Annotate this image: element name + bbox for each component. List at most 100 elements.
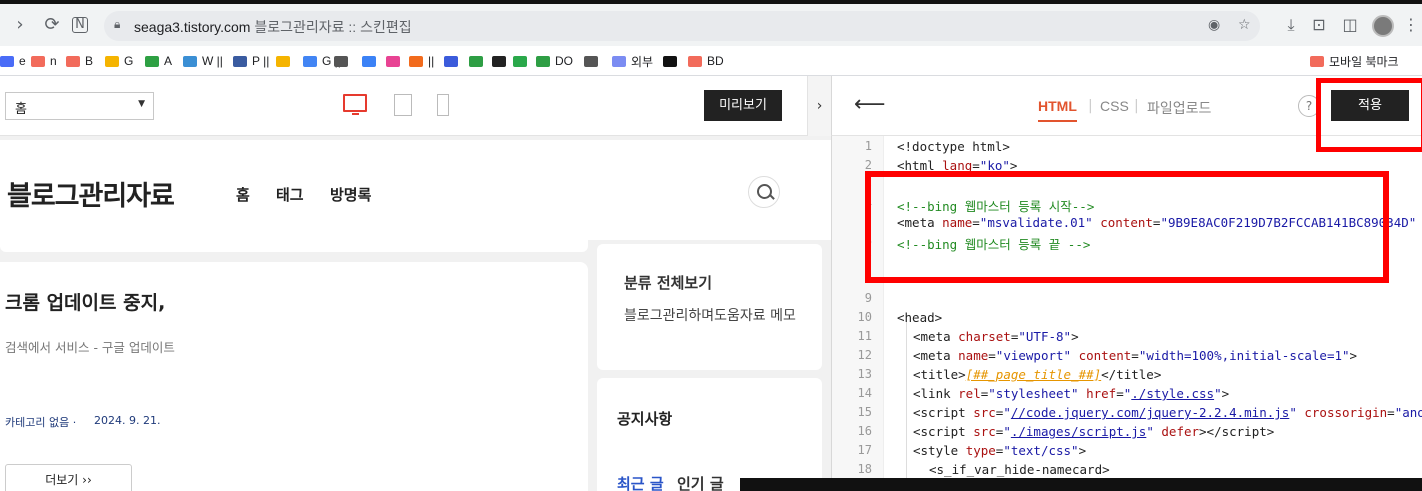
bookmark-favicon-icon xyxy=(105,55,119,67)
download-icon[interactable]: ⤓ xyxy=(1280,15,1302,35)
nav-tag[interactable]: 태그 xyxy=(276,184,304,205)
tablet-view-icon[interactable] xyxy=(394,94,412,116)
category-link[interactable]: 블로그관리하며도움자료 메모 xyxy=(624,306,804,326)
bookmark-item[interactable] xyxy=(362,53,381,69)
post-category[interactable]: 카테고리 없음 · xyxy=(5,414,76,430)
reload-icon[interactable]: ⟳ xyxy=(40,13,64,37)
code-line[interactable]: <meta name="viewport" content="width=100… xyxy=(913,348,1357,363)
site-info-icon[interactable]: 🔒︎ xyxy=(114,17,120,32)
post-title[interactable]: 크롬 업데이트 중지, xyxy=(5,288,165,315)
address-bar[interactable]: 🔒︎ seaga3.tistory.com 블로그관리자료 :: 스킨편집 ◉ … xyxy=(104,11,1260,41)
preview-button[interactable]: 미리보기 xyxy=(704,90,782,121)
blog-title[interactable]: 블로그관리자료 xyxy=(7,174,175,213)
tab-recent-posts[interactable]: 최근 글 xyxy=(617,473,664,491)
line-number: 13 xyxy=(857,367,872,381)
tab-css[interactable]: CSS xyxy=(1100,98,1129,114)
bookmark-item[interactable]: B xyxy=(66,53,93,69)
mobile-bookmarks-label: 모바일 북마크 xyxy=(1329,54,1399,69)
line-number: 2 xyxy=(864,158,872,172)
bookmark-item[interactable]: BD xyxy=(688,53,724,69)
side-panel-icon[interactable]: ◫ xyxy=(1339,15,1361,34)
profile-avatar[interactable] xyxy=(1372,15,1394,37)
bookmark-item[interactable] xyxy=(584,53,603,69)
bookmark-item[interactable]: A xyxy=(145,53,172,69)
back-arrow-icon[interactable]: ⟵ xyxy=(854,92,886,117)
nav-guestbook[interactable]: 방명록 xyxy=(330,184,371,205)
bookmark-item[interactable]: DO xyxy=(536,53,573,69)
forward-icon[interactable]: › xyxy=(8,13,32,37)
bookmarks-bar: 모바일 북마크 enBGAW || P || G || || DO 외부 BD xyxy=(0,46,1422,76)
bookmark-star-icon[interactable]: ☆ xyxy=(1238,17,1251,33)
bookmark-favicon-icon xyxy=(233,55,247,67)
line-number: 11 xyxy=(857,329,872,343)
line-number: 16 xyxy=(857,424,872,438)
line-number: 17 xyxy=(857,443,872,457)
url-text: seaga3.tistory.com 블로그관리자료 :: 스킨편집 xyxy=(134,19,412,35)
bookmark-label: n xyxy=(50,54,57,68)
screen: › ⟳ N 🔒︎ seaga3.tistory.com 블로그관리자료 :: 스… xyxy=(0,0,1422,491)
skin-editor-toolbar: 홈 ▼ 미리보기 xyxy=(0,76,807,136)
desktop-view-icon[interactable] xyxy=(343,94,367,115)
bookmark-item[interactable] xyxy=(469,53,488,69)
bookmark-favicon-icon xyxy=(612,55,626,67)
bookmark-label: 외부 xyxy=(631,54,654,69)
tab-file-upload[interactable]: 파일업로드 xyxy=(1147,98,1211,118)
bookmark-item[interactable] xyxy=(386,53,405,69)
code-line[interactable]: <meta charset="UTF-8"> xyxy=(913,329,1079,344)
code-line[interactable]: <s_if_var_hide-namecard> xyxy=(929,462,1110,477)
more-button[interactable]: 더보기 ›› xyxy=(5,464,132,491)
notice-widget: 공지사항 최근 글 인기 글 xyxy=(597,378,822,491)
bookmark-item[interactable]: G xyxy=(105,53,133,69)
bookmark-favicon-icon xyxy=(362,55,376,67)
indent-guide xyxy=(906,315,907,491)
post-date: 2024. 9. 21. xyxy=(94,414,161,427)
code-line[interactable]: <title>[##_page_title_##]</title> xyxy=(913,367,1161,382)
bookmark-favicon-icon xyxy=(536,55,550,67)
eye-off-icon[interactable]: ◉ xyxy=(1208,17,1220,33)
search-icon[interactable] xyxy=(748,176,780,208)
bookmark-item[interactable] xyxy=(663,53,682,69)
bookmark-favicon-icon xyxy=(409,55,423,67)
code-line[interactable]: <script src="//code.jquery.com/jquery-2.… xyxy=(913,405,1422,420)
taskbar-strip xyxy=(740,478,1422,491)
line-number: 18 xyxy=(857,462,872,476)
bookmark-favicon-icon xyxy=(334,55,348,67)
bookmark-item[interactable]: || xyxy=(409,53,434,69)
bookmark-item[interactable] xyxy=(444,53,463,69)
code-line[interactable]: <!doctype html> xyxy=(897,139,1010,154)
tab-html[interactable]: HTML xyxy=(1038,98,1077,122)
bookmark-favicon-icon xyxy=(303,55,317,67)
apply-highlight-box xyxy=(1316,78,1422,152)
bookmark-label: B xyxy=(85,54,94,68)
bookmark-item[interactable] xyxy=(334,53,353,69)
bookmark-item[interactable] xyxy=(276,53,295,69)
bookmark-item[interactable] xyxy=(513,53,532,69)
category-heading[interactable]: 분류 전체보기 xyxy=(624,272,712,293)
collapse-panel-button[interactable]: › xyxy=(807,76,831,136)
bookmark-item[interactable]: n xyxy=(31,53,57,69)
bookmark-item[interactable]: P || xyxy=(233,53,269,69)
notion-extension-icon[interactable]: N xyxy=(72,17,88,33)
bookmark-favicon-icon xyxy=(444,55,458,67)
mobile-view-icon[interactable] xyxy=(437,94,449,116)
code-line[interactable]: <script src="./images/script.js" defer><… xyxy=(913,424,1274,439)
bookmark-item[interactable]: W || xyxy=(183,53,223,69)
bookmark-favicon-icon xyxy=(492,55,506,67)
bookmark-item[interactable]: e xyxy=(0,53,26,69)
page-select[interactable]: 홈 ▼ xyxy=(5,92,154,120)
line-number: 14 xyxy=(857,386,872,400)
screenshot-icon[interactable]: ⊡ xyxy=(1308,15,1330,34)
tab-popular-posts[interactable]: 인기 글 xyxy=(677,473,724,491)
code-line[interactable]: <head> xyxy=(897,310,942,325)
code-line[interactable]: <style type="text/css"> xyxy=(913,443,1086,458)
mobile-bookmarks[interactable]: 모바일 북마크 xyxy=(1310,53,1399,69)
code-line[interactable]: <link rel="stylesheet" href="./style.css… xyxy=(913,386,1229,401)
bookmark-item[interactable]: 외부 xyxy=(612,53,653,69)
code-highlight-box xyxy=(865,171,1389,283)
blog-header: 블로그관리자료 홈 태그 방명록 xyxy=(0,140,831,240)
bookmark-item[interactable] xyxy=(492,53,511,69)
bookmark-favicon-icon xyxy=(183,55,197,67)
menu-icon[interactable]: ⋮ xyxy=(1400,15,1422,34)
nav-home[interactable]: 홈 xyxy=(236,184,250,205)
header-strip xyxy=(0,240,588,252)
